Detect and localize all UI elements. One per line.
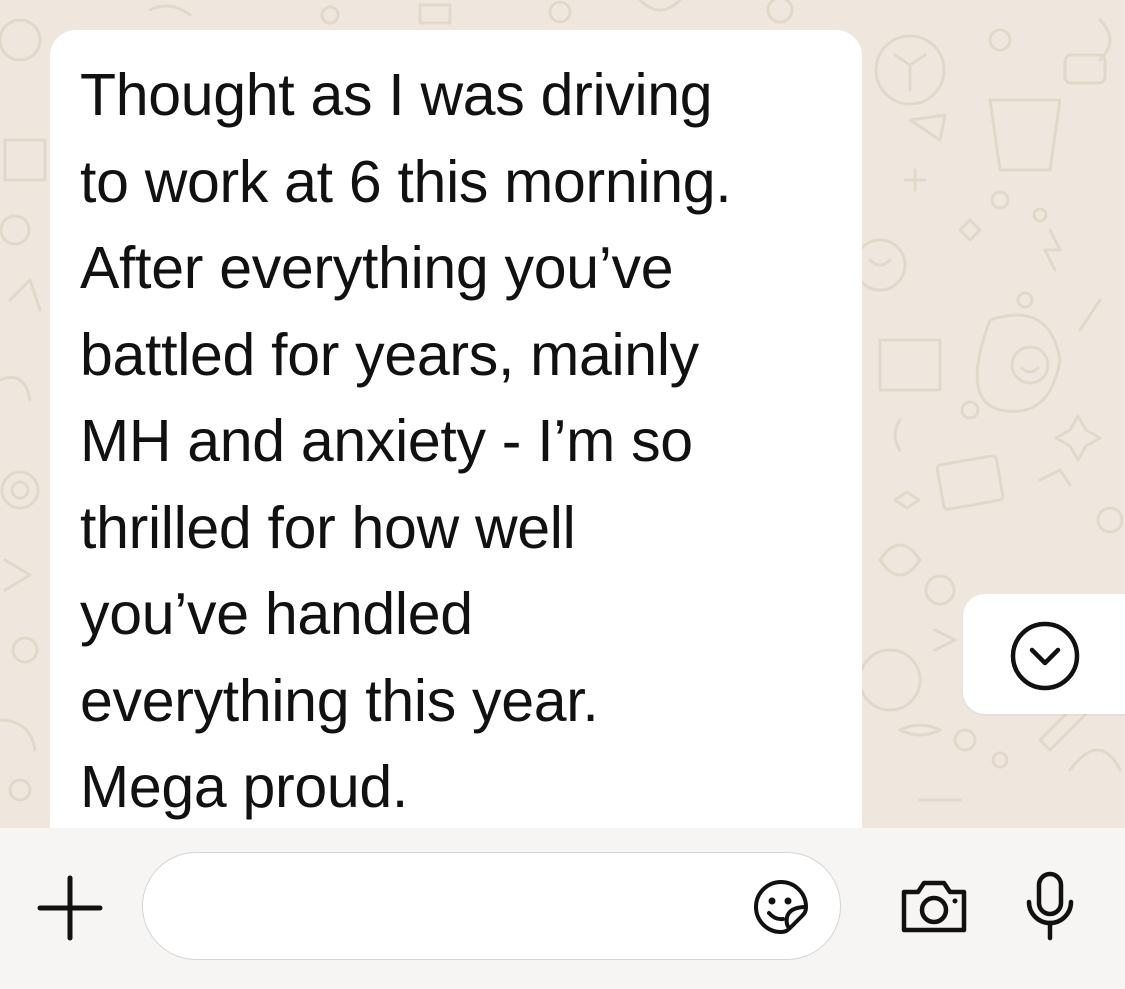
camera-icon xyxy=(901,880,967,933)
attach-button[interactable] xyxy=(36,874,104,947)
scroll-to-bottom-button[interactable] xyxy=(963,594,1125,714)
message-input[interactable] xyxy=(142,852,841,960)
plus-icon xyxy=(37,875,103,941)
message-line: MH and anxiety - I’m so xyxy=(80,408,693,474)
message-line: Thought as I was driving xyxy=(80,62,713,128)
microphone-button[interactable] xyxy=(1022,870,1078,947)
chevron-down-circle-icon xyxy=(1010,621,1080,691)
message-line: After everything you’ve xyxy=(80,235,674,301)
chat-area[interactable]: Thought as I was driving to work at 6 th… xyxy=(0,0,1125,828)
sticker-icon xyxy=(754,880,808,934)
message-line: you’ve handled xyxy=(80,581,473,647)
message-line: battled for years, mainly xyxy=(80,321,699,388)
message-line: Mega proud. xyxy=(80,754,408,820)
sticker-button[interactable] xyxy=(752,878,810,941)
chat-screen: Thought as I was driving to work at 6 th… xyxy=(0,0,1125,989)
microphone-icon xyxy=(1026,871,1074,941)
camera-button[interactable] xyxy=(898,876,970,941)
message-text: Thought as I was driving to work at 6 th… xyxy=(80,52,834,828)
message-line: everything this year. xyxy=(80,667,599,734)
incoming-message-bubble[interactable]: Thought as I was driving to work at 6 th… xyxy=(50,30,862,828)
message-line: thrilled for how well xyxy=(80,494,576,561)
message-line: to work at 6 this morning. xyxy=(80,148,732,215)
